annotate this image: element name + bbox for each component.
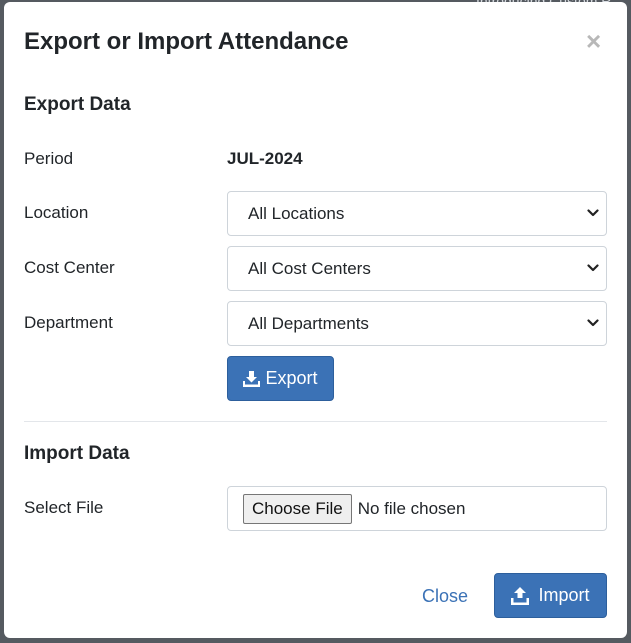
department-selected-value: All Departments (248, 313, 369, 333)
close-icon[interactable]: × (586, 28, 601, 54)
file-status-text: No file chosen (357, 498, 466, 518)
department-select[interactable]: All Departments (227, 301, 607, 346)
close-button[interactable]: Close (422, 586, 468, 606)
import-button[interactable]: Import (494, 573, 607, 618)
upload-icon (511, 586, 530, 605)
location-label: Location (24, 203, 89, 222)
export-section-title: Export Data (24, 94, 131, 115)
department-label: Department (24, 313, 113, 332)
download-icon (243, 370, 261, 387)
dialog-title: Export or Import Attendance (24, 28, 349, 55)
chevron-down-icon (587, 209, 599, 217)
export-button-label: Export (265, 368, 318, 388)
cost-center-select[interactable]: All Cost Centers (227, 246, 607, 291)
import-section-title: Import Data (24, 443, 130, 464)
chevron-down-icon (587, 264, 599, 272)
export-button[interactable]: Export (227, 356, 334, 401)
chevron-down-icon (587, 319, 599, 327)
period-value: JUL-2024 (227, 149, 303, 168)
import-button-label: Import (538, 585, 590, 605)
cost-center-selected-value: All Cost Centers (248, 258, 371, 278)
choose-file-button[interactable]: Choose File (243, 493, 352, 524)
file-input[interactable]: Choose File No file chosen (227, 486, 607, 531)
select-file-label: Select File (24, 498, 104, 517)
export-import-dialog: Export or Import Attendance × Export Dat… (4, 2, 627, 638)
location-selected-value: All Locations (248, 203, 345, 223)
period-label: Period (24, 149, 74, 168)
cost-center-label: Cost Center (24, 258, 115, 277)
location-select[interactable]: All Locations (227, 191, 607, 236)
section-divider (24, 421, 607, 422)
